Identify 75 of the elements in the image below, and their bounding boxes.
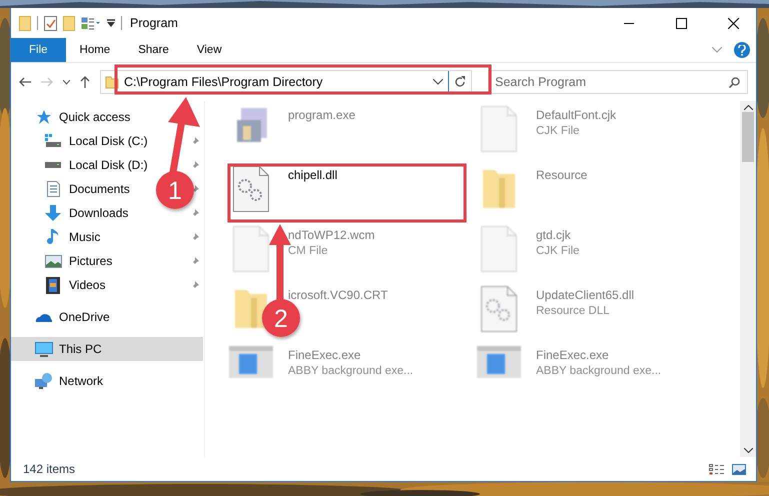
close-icon xyxy=(728,18,738,28)
nav-item[interactable]: This PC xyxy=(59,342,102,356)
minimize-icon xyxy=(624,22,634,24)
maximize-icon xyxy=(676,18,686,28)
item-count: 142 items xyxy=(23,462,76,476)
file-name: Resource xyxy=(536,168,588,182)
file-type: CJK File xyxy=(536,125,580,137)
file-type: Resource DLL xyxy=(536,305,611,317)
window-title: Program xyxy=(130,16,179,30)
scrollbar[interactable] xyxy=(740,101,756,457)
nav-item[interactable]: Local Disk (D:) xyxy=(69,158,148,172)
drive-icon xyxy=(45,134,61,148)
nav-item[interactable]: Pictures xyxy=(69,254,112,268)
scroll-up-icon[interactable] xyxy=(744,105,752,110)
address-bar[interactable]: C:\Program Files\Program Directory xyxy=(100,70,472,94)
step-badge: 2 xyxy=(262,299,300,337)
file-name: FineExec.exe xyxy=(288,348,362,362)
scroll-down-icon[interactable] xyxy=(744,448,752,453)
file-type: CJK File xyxy=(536,245,580,257)
film-icon xyxy=(46,276,60,294)
ribbon-tab[interactable]: View xyxy=(182,38,236,62)
file-name: UpdateClient65.dll xyxy=(536,288,634,302)
help-icon[interactable] xyxy=(734,42,750,58)
application-icon xyxy=(477,346,521,378)
expand-ribbon-icon[interactable] xyxy=(712,47,722,53)
file-name: FineExec.exe xyxy=(536,348,610,362)
file-name: program.exe xyxy=(288,108,356,122)
step-badge: 1 xyxy=(156,171,194,209)
refresh-icon[interactable] xyxy=(454,76,466,88)
large-icons-view-icon[interactable] xyxy=(732,464,746,474)
file-name: DefaultFont.cjk xyxy=(536,108,616,122)
network-icon xyxy=(35,373,53,389)
up-icon[interactable] xyxy=(80,76,90,88)
music-note-icon xyxy=(47,228,59,246)
file-icon xyxy=(233,226,269,272)
star-icon xyxy=(36,109,52,125)
application-icon xyxy=(229,346,273,378)
nav-item[interactable]: OneDrive xyxy=(59,310,110,324)
monitor-icon xyxy=(35,342,53,356)
file-icon xyxy=(481,226,517,272)
dropdown-icon[interactable] xyxy=(433,79,443,85)
back-icon[interactable] xyxy=(19,77,31,87)
download-icon xyxy=(45,205,61,221)
nav-item[interactable]: Local Disk (C:) xyxy=(69,134,148,148)
properties-icon[interactable] xyxy=(44,16,57,30)
nav-item[interactable]: Music xyxy=(69,230,100,244)
nav-item[interactable]: Quick access xyxy=(59,110,130,124)
file-type: CM File xyxy=(288,245,329,257)
scrollbar-thumb[interactable] xyxy=(742,112,754,162)
details-view-icon[interactable] xyxy=(709,464,724,474)
file-menu-button[interactable]: File xyxy=(11,38,66,62)
picture-icon xyxy=(44,254,62,268)
file-name: gtd.cjk xyxy=(536,228,572,242)
search-icon[interactable] xyxy=(729,77,740,88)
file-name: icrosoft.VC90.CRT xyxy=(288,288,388,302)
nav-item[interactable]: Documents xyxy=(69,182,130,196)
drive-icon xyxy=(45,162,61,168)
view-options-icon[interactable] xyxy=(81,16,101,30)
search-field[interactable]: Search Program xyxy=(488,70,748,94)
ribbon-tab[interactable]: Home xyxy=(66,38,124,62)
cloud-icon xyxy=(35,312,53,322)
gear-file-icon xyxy=(481,286,517,332)
nav-item[interactable]: Downloads xyxy=(69,206,128,220)
nav-item[interactable]: Network xyxy=(59,374,104,388)
document-icon xyxy=(46,181,60,197)
customize-toolbar-icon[interactable] xyxy=(107,19,115,27)
gear-file-icon xyxy=(233,166,269,212)
file-type: ABBY background exe... xyxy=(288,365,414,377)
file-icon xyxy=(481,106,517,152)
file-type: ABBY background exe... xyxy=(536,365,662,377)
file-name: ndToWP12.wcm xyxy=(288,228,375,242)
ribbon-tab[interactable]: Share xyxy=(124,38,183,62)
nav-item[interactable]: Videos xyxy=(69,278,106,292)
recent-locations-icon[interactable] xyxy=(63,80,70,84)
file-name: chipell.dll xyxy=(288,168,338,182)
